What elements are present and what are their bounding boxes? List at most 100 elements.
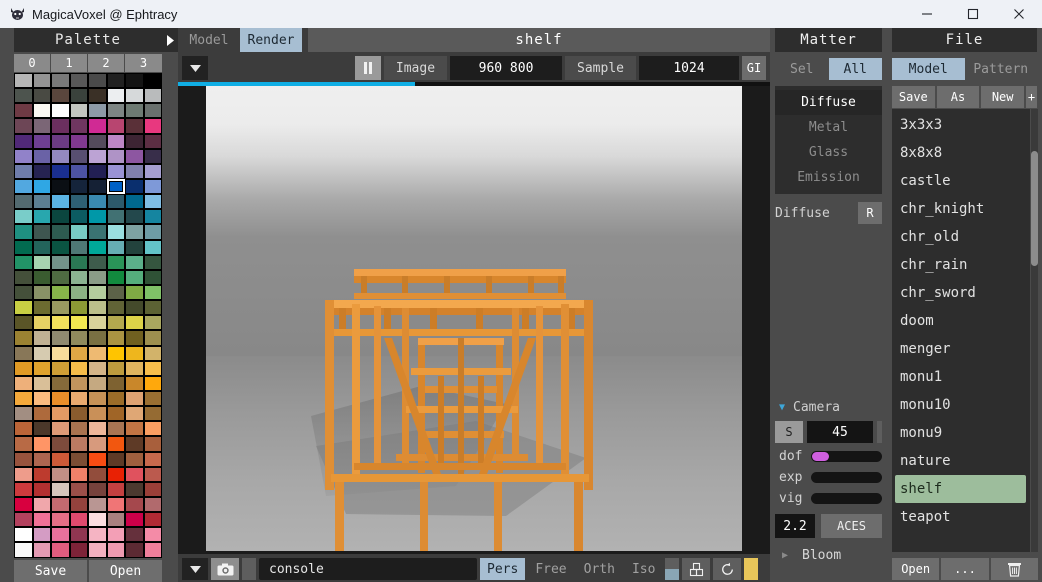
sample-count-value[interactable]: 1024 [639, 56, 739, 80]
palette-swatch[interactable] [33, 542, 52, 557]
matter-reset-button[interactable]: R [858, 202, 882, 224]
palette-swatch[interactable] [33, 300, 52, 315]
palette-swatch[interactable] [70, 346, 89, 361]
palette-swatch[interactable] [14, 224, 33, 239]
file-save-as-button[interactable]: As [937, 86, 980, 108]
palette-swatch[interactable] [125, 285, 144, 300]
render-canvas[interactable] [206, 86, 742, 551]
palette-swatch[interactable] [88, 300, 107, 315]
palette-swatch[interactable] [70, 149, 89, 164]
palette-swatch[interactable] [107, 361, 126, 376]
palette-column-3[interactable]: 3 [125, 54, 162, 72]
palette-swatch[interactable] [88, 73, 107, 88]
palette-swatch[interactable] [70, 118, 89, 133]
palette-swatch[interactable] [88, 421, 107, 436]
palette-swatch[interactable] [125, 194, 144, 209]
palette-swatch[interactable] [107, 149, 126, 164]
palette-swatch[interactable] [33, 118, 52, 133]
palette-swatch[interactable] [144, 346, 163, 361]
palette-swatch[interactable] [107, 452, 126, 467]
palette-swatch[interactable] [144, 179, 163, 194]
palette-swatch[interactable] [88, 164, 107, 179]
matter-type-diffuse[interactable]: Diffuse [775, 90, 882, 115]
palette-swatch[interactable] [33, 103, 52, 118]
palette-swatch[interactable] [33, 134, 52, 149]
palette-swatch[interactable] [51, 224, 70, 239]
palette-swatch[interactable] [88, 315, 107, 330]
palette-swatch[interactable] [14, 103, 33, 118]
palette-swatch[interactable] [14, 285, 33, 300]
palette-swatch[interactable] [51, 179, 70, 194]
file-list-item[interactable]: teapot [892, 503, 1030, 531]
palette-swatch[interactable] [125, 436, 144, 451]
palette-swatch[interactable] [144, 300, 163, 315]
palette-swatch[interactable] [107, 391, 126, 406]
palette-swatch[interactable] [14, 542, 33, 557]
palette-swatch[interactable] [107, 542, 126, 557]
palette-swatch[interactable] [107, 255, 126, 270]
chevron-down-icon[interactable] [182, 56, 208, 80]
palette-swatch[interactable] [107, 346, 126, 361]
palette-swatch[interactable] [51, 376, 70, 391]
palette-swatch[interactable] [88, 240, 107, 255]
palette-swatch[interactable] [51, 194, 70, 209]
palette-swatch[interactable] [70, 73, 89, 88]
palette-swatch[interactable] [88, 118, 107, 133]
camera-mode-free[interactable]: Free [528, 558, 573, 580]
palette-swatch[interactable] [14, 391, 33, 406]
palette-swatch[interactable] [125, 467, 144, 482]
palette-swatch[interactable] [51, 512, 70, 527]
palette-swatch[interactable] [70, 527, 89, 542]
palette-swatch[interactable] [33, 285, 52, 300]
palette-swatch[interactable] [88, 497, 107, 512]
slider-vig-track[interactable] [811, 493, 882, 504]
palette-swatch[interactable] [125, 300, 144, 315]
palette-swatch[interactable] [33, 391, 52, 406]
file-list-item[interactable]: chr_sword [892, 279, 1030, 307]
file-open-button[interactable]: Open [892, 558, 939, 580]
palette-swatch[interactable] [51, 452, 70, 467]
palette-swatch[interactable] [70, 88, 89, 103]
palette-swatch[interactable] [33, 164, 52, 179]
palette-swatch[interactable] [70, 542, 89, 557]
palette-swatch[interactable] [144, 421, 163, 436]
palette-swatch[interactable] [70, 376, 89, 391]
palette-swatch[interactable] [70, 421, 89, 436]
palette-swatch[interactable] [33, 527, 52, 542]
palette-swatch[interactable] [144, 209, 163, 224]
rotate-icon[interactable] [713, 558, 741, 580]
palette-swatch[interactable] [14, 436, 33, 451]
palette-swatch[interactable] [51, 209, 70, 224]
palette-swatch[interactable] [144, 391, 163, 406]
palette-swatch[interactable] [144, 73, 163, 88]
palette-swatch[interactable] [107, 73, 126, 88]
palette-swatch[interactable] [14, 512, 33, 527]
palette-swatch[interactable] [70, 436, 89, 451]
matter-scope-all[interactable]: All [829, 58, 883, 80]
palette-swatch[interactable] [144, 118, 163, 133]
palette-swatch[interactable] [107, 467, 126, 482]
matter-type-emission[interactable]: Emission [775, 165, 882, 190]
palette-swatch[interactable] [51, 255, 70, 270]
palette-swatch[interactable] [144, 270, 163, 285]
slider-dof-knob[interactable] [812, 452, 829, 461]
palette-swatch[interactable] [70, 164, 89, 179]
palette-swatch[interactable] [107, 497, 126, 512]
palette-swatch[interactable] [88, 527, 107, 542]
palette-swatch[interactable] [51, 421, 70, 436]
file-save-button[interactable]: Save [892, 86, 935, 108]
palette-swatch[interactable] [14, 330, 33, 345]
palette-swatch[interactable] [125, 224, 144, 239]
palette-swatch[interactable] [14, 346, 33, 361]
palette-swatch[interactable] [88, 209, 107, 224]
palette-swatch[interactable] [144, 134, 163, 149]
palette-swatch[interactable] [51, 103, 70, 118]
palette-swatch[interactable] [125, 330, 144, 345]
palette-swatch[interactable] [14, 361, 33, 376]
slider-dof[interactable]: dof [779, 449, 882, 464]
palette-swatch[interactable] [125, 179, 144, 194]
palette-swatch[interactable] [107, 240, 126, 255]
maximize-icon[interactable] [950, 0, 996, 28]
palette-swatch[interactable] [144, 149, 163, 164]
palette-swatch[interactable] [33, 315, 52, 330]
